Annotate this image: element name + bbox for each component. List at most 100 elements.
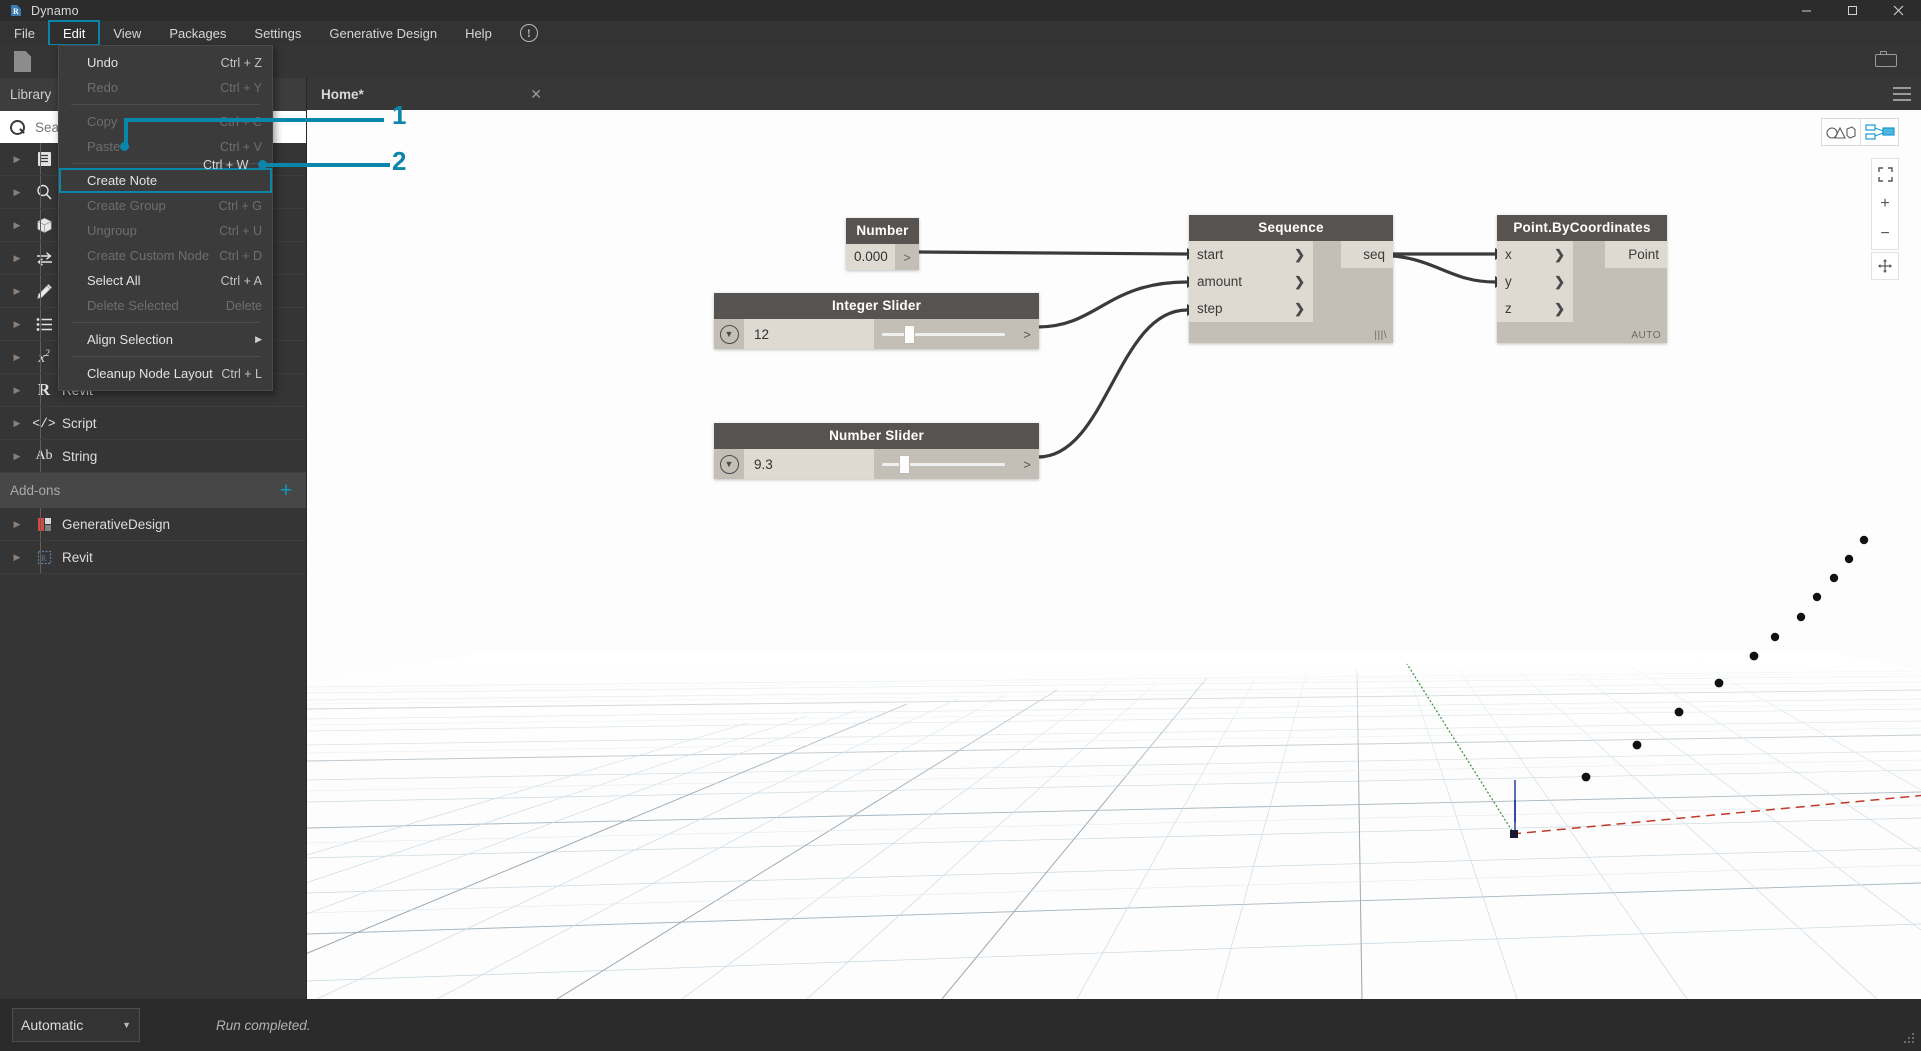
node-integer-slider[interactable]: Integer Slider ▼ 12 >	[714, 293, 1039, 349]
number-slider-value[interactable]: 9.3	[744, 449, 874, 479]
input-port-amount[interactable]: amount❯	[1189, 268, 1313, 295]
revit-r-icon: R	[26, 380, 62, 400]
menu-packages[interactable]: Packages	[155, 21, 240, 45]
camera-screenshot-icon[interactable]	[1875, 51, 1899, 72]
menu-item-select-all[interactable]: Select All Ctrl + A	[59, 268, 272, 293]
menu-help[interactable]: Help	[451, 21, 506, 45]
chevron-right-icon[interactable]: ▶	[8, 519, 26, 530]
menu-item-accelerator: Ctrl + Y	[220, 81, 262, 95]
menu-item-paste: Paste Ctrl + V	[59, 134, 272, 159]
node-point-bycoordinates[interactable]: Point.ByCoordinates x❯ y❯ z❯ Point	[1497, 215, 1667, 343]
chevron-right-icon[interactable]: ▶	[8, 385, 26, 396]
slider-thumb[interactable]	[899, 455, 910, 474]
zoom-in-icon[interactable]: +	[1872, 189, 1898, 219]
node-number[interactable]: Number 0.000 >	[846, 218, 919, 270]
node-number-slider[interactable]: Number Slider ▼ 9.3 >	[714, 423, 1039, 479]
category-divider	[40, 176, 41, 208]
menu-item-create-custom-node: Create Custom Node Ctrl + D	[59, 243, 272, 268]
graph-canvas[interactable]: Number 0.000 > Integer Slider ▼ 12 >	[307, 110, 1921, 999]
menu-item-undo[interactable]: Undo Ctrl + Z	[59, 50, 272, 75]
integer-slider-track[interactable]	[874, 319, 1015, 349]
output-port-point[interactable]: Point	[1605, 241, 1667, 268]
number-value-input[interactable]: 0.000	[846, 244, 895, 270]
output-port-seq[interactable]: seq	[1341, 241, 1393, 268]
maximize-icon[interactable]	[1829, 0, 1875, 21]
chevron-right-icon[interactable]: ▶	[8, 418, 26, 429]
chevron-right-icon[interactable]: ▶	[8, 352, 26, 363]
run-mode-select[interactable]: Automatic ▼	[12, 1008, 140, 1042]
category-divider	[40, 374, 41, 406]
chevron-down-icon[interactable]: ▼	[122, 1020, 131, 1030]
geometry-view-icon[interactable]	[1822, 119, 1860, 145]
chevron-right-icon[interactable]: ▶	[8, 552, 26, 563]
menu-view[interactable]: View	[99, 21, 155, 45]
close-tab-icon[interactable]: ✕	[530, 86, 542, 103]
zoom-out-icon[interactable]: −	[1872, 219, 1898, 249]
menu-item-label: Cleanup Node Layout	[87, 366, 213, 381]
menu-item-cleanup-node-layout[interactable]: Cleanup Node Layout Ctrl + L	[59, 361, 272, 386]
menu-file[interactable]: File	[0, 21, 49, 45]
input-port-y[interactable]: y❯	[1497, 268, 1573, 295]
menu-item-delete-selected: Delete Selected Delete	[59, 293, 272, 318]
zoom-controls[interactable]: + −	[1871, 158, 1899, 250]
category-divider	[40, 209, 41, 241]
menu-item-align-selection[interactable]: Align Selection ▶	[59, 327, 272, 352]
chevron-down-circle-icon[interactable]: ▼	[714, 325, 744, 344]
node-footer-badge: AUTO	[1497, 322, 1667, 343]
edit-menu-dropdown[interactable]: Undo Ctrl + Z Redo Ctrl + Y Copy Ctrl + …	[58, 45, 273, 391]
library-addon-revit[interactable]: ▶ R Revit	[0, 541, 306, 574]
pan-icon[interactable]	[1871, 252, 1899, 280]
node-sequence[interactable]: Sequence start❯ amount❯ step❯ seq	[1189, 215, 1393, 343]
number-slider-track[interactable]	[874, 449, 1015, 479]
chevron-right-icon[interactable]: ▶	[8, 319, 26, 330]
port-label: amount	[1197, 274, 1242, 289]
slider-thumb[interactable]	[904, 325, 915, 344]
chevron-right-icon[interactable]: ▶	[8, 187, 26, 198]
graph-view-icon[interactable]	[1860, 119, 1898, 145]
category-divider	[40, 541, 41, 573]
library-addon-generativedesign[interactable]: ▶ GenerativeDesign	[0, 508, 306, 541]
node-output-port[interactable]: >	[1015, 449, 1039, 479]
tab-home[interactable]: Home* ✕	[307, 78, 552, 110]
number-slider-row[interactable]: ▼ 9.3 >	[714, 449, 1039, 479]
run-mode-value: Automatic	[21, 1017, 83, 1033]
integer-slider-row[interactable]: ▼ 12 >	[714, 319, 1039, 349]
menu-edit[interactable]: Edit	[49, 21, 99, 45]
chevron-right-icon[interactable]: ▶	[8, 451, 26, 462]
node-title: Number	[846, 218, 919, 244]
menu-settings[interactable]: Settings	[240, 21, 315, 45]
zoom-to-fit-icon[interactable]	[1872, 159, 1898, 189]
library-item-label: Script	[62, 416, 97, 431]
close-icon[interactable]	[1875, 0, 1921, 21]
add-package-icon[interactable]: +	[280, 480, 292, 501]
menu-generative-design[interactable]: Generative Design	[315, 21, 451, 45]
node-output-port[interactable]: >	[1015, 319, 1039, 349]
view-mode-toggle[interactable]	[1821, 118, 1899, 146]
chevron-right-icon[interactable]: ▶	[8, 286, 26, 297]
menu-item-accelerator: Ctrl + L	[221, 367, 262, 381]
math-x2-icon: x2	[26, 348, 62, 367]
category-divider	[40, 407, 41, 439]
input-port-step[interactable]: step❯	[1189, 295, 1313, 322]
resize-grip-icon[interactable]	[1903, 1032, 1915, 1047]
node-output-port[interactable]: >	[895, 244, 919, 270]
input-port-x[interactable]: x❯	[1497, 241, 1573, 268]
workspace-menu-icon[interactable]	[1893, 87, 1911, 101]
chevron-right-icon[interactable]: ▶	[8, 220, 26, 231]
chevron-down-circle-icon[interactable]: ▼	[714, 455, 744, 474]
library-item-string[interactable]: ▶ Ab String	[0, 440, 306, 473]
menu-item-accelerator: Ctrl + U	[219, 224, 262, 238]
chevron-right-icon[interactable]: ▶	[8, 154, 26, 165]
library-item-script[interactable]: ▶ </> Script	[0, 407, 306, 440]
tab-label: Home*	[321, 87, 364, 102]
new-file-icon[interactable]	[14, 51, 34, 72]
integer-slider-value[interactable]: 12	[744, 319, 874, 349]
minimize-icon[interactable]	[1783, 0, 1829, 21]
info-alert-icon[interactable]: !	[520, 24, 538, 42]
chevron-right-icon[interactable]: ▶	[8, 253, 26, 264]
menu-item-label: Create Custom Node	[87, 248, 209, 263]
menu-item-ungroup: Ungroup Ctrl + U	[59, 218, 272, 243]
input-port-start[interactable]: start❯	[1189, 241, 1313, 268]
menu-item-label: Undo	[87, 55, 118, 70]
input-port-z[interactable]: z❯	[1497, 295, 1573, 322]
